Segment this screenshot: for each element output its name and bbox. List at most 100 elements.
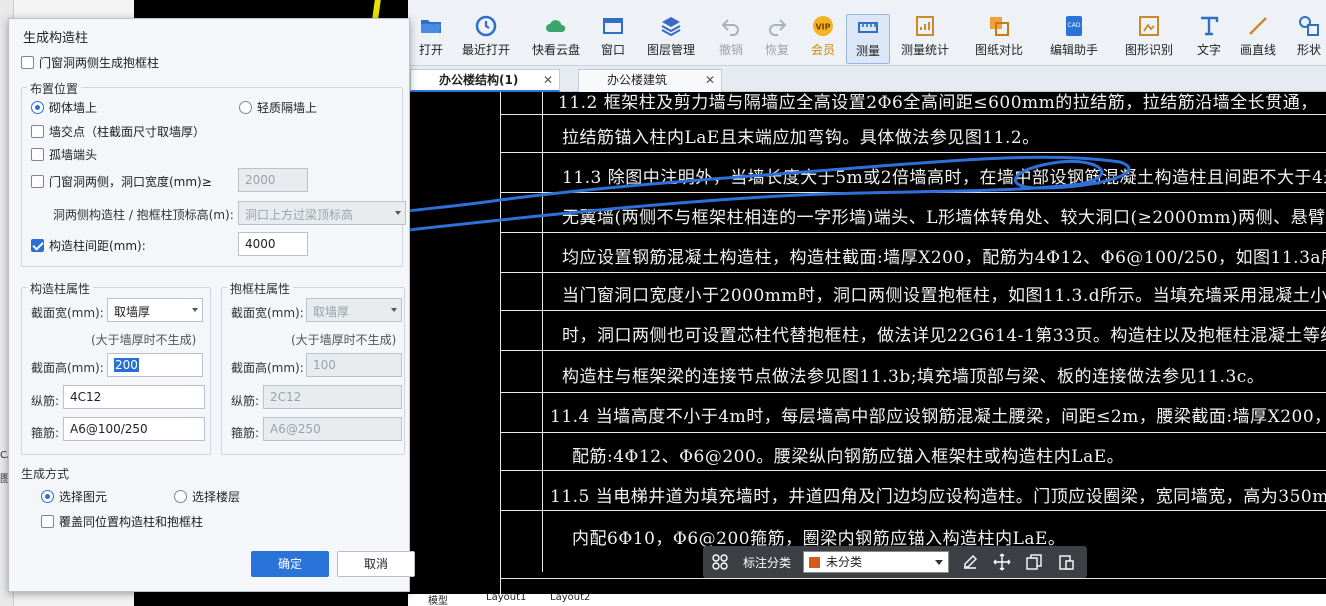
frame-props-group-label: 抱框柱属性 [227, 280, 294, 297]
drawing-text-line: 均应设置钢筋混凝土构造柱，构造柱截面:墙厚X200，配筋为4Φ12、Φ6@100… [562, 248, 1326, 268]
radio-button[interactable] [174, 490, 187, 503]
column-spacing-field[interactable]: 4000 [238, 232, 308, 256]
opening-width-field[interactable]: 2000 [238, 168, 308, 192]
checkbox-box[interactable] [31, 175, 44, 188]
annotation-floatbar: 标注分类 未分类 [703, 546, 1087, 578]
shape-recognize-icon [1139, 16, 1159, 36]
toolbar-edit-assistant-button[interactable]: CAD 编辑助手 [1046, 14, 1102, 64]
toolbar-shape-button[interactable]: 形状 [1292, 14, 1326, 64]
toolbar-compare-button[interactable]: 图纸对比 [972, 14, 1026, 64]
cad-drawing-canvas[interactable]: 11.2 框架柱及剪力墙与隔墙应全高设置2Φ6全高间距≤600mm的拉结筋，拉结… [408, 92, 1326, 598]
ok-button[interactable]: 确定 [251, 551, 329, 577]
col-stirrup-field[interactable]: A6@100/250 [63, 417, 205, 441]
edit-assistant-icon: CAD [1066, 16, 1082, 36]
column-spacing-checkbox[interactable]: 构造柱间距(mm): [31, 237, 146, 254]
radio-button[interactable] [239, 101, 252, 114]
close-icon[interactable]: ✕ [543, 70, 553, 91]
frame-width-select[interactable]: 取墙厚 [306, 298, 402, 322]
overwrite-checkbox[interactable]: 覆盖同位置构造柱和抱框柱 [41, 513, 203, 530]
line-icon [1249, 17, 1267, 35]
radio-button[interactable] [31, 101, 44, 114]
app-root: CA 图 打开 最近打开 快看云盘 窗口 图层管理 撤销 恢复 VIP 会员 测… [0, 0, 1326, 606]
frame-height-field[interactable]: 100 [306, 353, 402, 377]
redo-icon [769, 19, 787, 36]
layout-tab-layout2[interactable]: Layout2 [550, 594, 590, 603]
toolbar-vip-label: 会员 [810, 43, 835, 57]
toolbar-measure-stats-button[interactable]: 测量统计 [898, 14, 952, 64]
edit-icon[interactable] [961, 553, 979, 571]
table-border-inner [542, 92, 543, 572]
toolbar-layers-button[interactable]: 图层管理 [644, 14, 698, 64]
paste-icon[interactable] [1057, 553, 1075, 571]
gen-mode-group-label: 生成方式 [21, 467, 70, 481]
layout-tab-layout1[interactable]: Layout1 [486, 594, 526, 603]
radio-select-floor[interactable]: 选择楼层 [174, 488, 240, 505]
toolbar-redo-button[interactable]: 恢复 [760, 14, 794, 64]
toolbar-window-button[interactable]: 窗口 [596, 14, 630, 64]
col-height-value: 200 [114, 358, 139, 372]
col-long-rebar-field[interactable]: 4C12 [63, 385, 205, 409]
toolbar-measure-button[interactable]: 测量 [846, 14, 890, 64]
layout-position-group-label: 布置位置 [27, 80, 82, 97]
move-icon[interactable] [993, 553, 1011, 571]
radio-masonry[interactable]: 砌体墙上 [31, 99, 97, 116]
ruler-icon [858, 22, 878, 33]
layout-tab-model[interactable]: 模型 [428, 594, 448, 606]
toolbar-open-button[interactable]: 打开 [414, 14, 448, 64]
radio-select-element[interactable]: 选择图元 [41, 488, 107, 505]
radio-select-element-label: 选择图元 [59, 490, 108, 504]
radio-button[interactable] [41, 490, 54, 503]
frame-stirrup-label: 箍筋: [231, 426, 260, 440]
table-row-line [500, 272, 1326, 273]
toolbar-shape-label: 形状 [1296, 43, 1321, 57]
annotation-category-select[interactable]: 未分类 [803, 551, 949, 573]
drawing-text-line: 11.5 当电梯井道为填充墙时，井道四角及门边均应设构造柱。门顶应设圈梁，宽同墙… [550, 487, 1326, 507]
copy-icon[interactable] [1025, 553, 1043, 571]
col-width-value: 取墙厚 [114, 305, 151, 319]
table-row-line [500, 310, 1326, 311]
top-elevation-value: 洞口上方过梁顶标高 [245, 208, 354, 222]
toolbar-undo-button[interactable]: 撤销 [714, 14, 748, 64]
frame-stirrup-field[interactable]: A6@250 [263, 417, 402, 441]
tab-office-structure[interactable]: 办公楼结构(1) ✕ [410, 69, 560, 92]
toolbar-text-label: 文字 [1196, 43, 1221, 57]
checkbox-box[interactable] [41, 515, 54, 528]
frame-width-note: (大于墙厚时不生成) [291, 333, 397, 347]
toolbar-recent-button[interactable]: 最近打开 [458, 14, 514, 64]
top-elevation-select[interactable]: 洞口上方过梁顶标高 [238, 201, 406, 225]
measure-stats-icon [916, 16, 934, 36]
cloud-icon [546, 20, 566, 32]
checkbox-box[interactable] [31, 148, 44, 161]
radio-light-partition[interactable]: 轻质隔墙上 [239, 99, 317, 116]
col-height-field[interactable]: 200 [107, 353, 203, 377]
toolbar-redo-label: 恢复 [764, 43, 789, 57]
col-width-label: 截面宽(mm): [31, 306, 104, 320]
toolbar-shape-recognize-button[interactable]: 图形识别 [1122, 14, 1176, 64]
grid-icon[interactable] [711, 553, 729, 571]
cancel-button[interactable]: 取消 [337, 551, 415, 577]
undo-icon [721, 19, 739, 36]
col-width-select[interactable]: 取墙厚 [107, 298, 203, 322]
layers-icon [661, 17, 681, 37]
toolbar-text-button[interactable]: 文字 [1192, 14, 1226, 64]
toolbar-line-button[interactable]: 画直线 [1236, 14, 1280, 64]
drawing-text-line: 无翼墙(两侧不与框架柱相连的一字形墙)端头、L形墙体转角处、较大洞口(≥2000… [562, 208, 1326, 228]
toolbar-line-label: 画直线 [1239, 43, 1276, 57]
toolbar-shape-recognize-label: 图形识别 [1124, 43, 1173, 57]
vip-icon: VIP [813, 16, 833, 36]
toolbar-cloud-button[interactable]: 快看云盘 [528, 14, 584, 64]
toolbar-vip-button[interactable]: VIP 会员 [806, 14, 840, 64]
frame-width-label: 截面宽(mm): [231, 306, 304, 320]
door-window-frame-checkbox[interactable]: 门窗洞两侧生成抱框柱 [21, 54, 159, 71]
wall-intersection-checkbox[interactable]: 墙交点（柱截面尺寸取墙厚） [31, 123, 205, 140]
opening-sides-checkbox[interactable]: 门窗洞两侧，洞口宽度(mm)≥ [31, 173, 212, 190]
isolated-wall-end-checkbox[interactable]: 孤墙端头 [31, 146, 97, 163]
table-row-line [500, 578, 1326, 579]
checkbox-box[interactable] [31, 125, 44, 138]
checkbox-box[interactable] [21, 56, 34, 69]
table-row-line [500, 350, 1326, 351]
table-row-line [500, 192, 1326, 193]
checkbox-box[interactable] [31, 239, 44, 252]
compare-icon [990, 17, 1009, 36]
frame-long-rebar-field[interactable]: 2C12 [263, 385, 402, 409]
